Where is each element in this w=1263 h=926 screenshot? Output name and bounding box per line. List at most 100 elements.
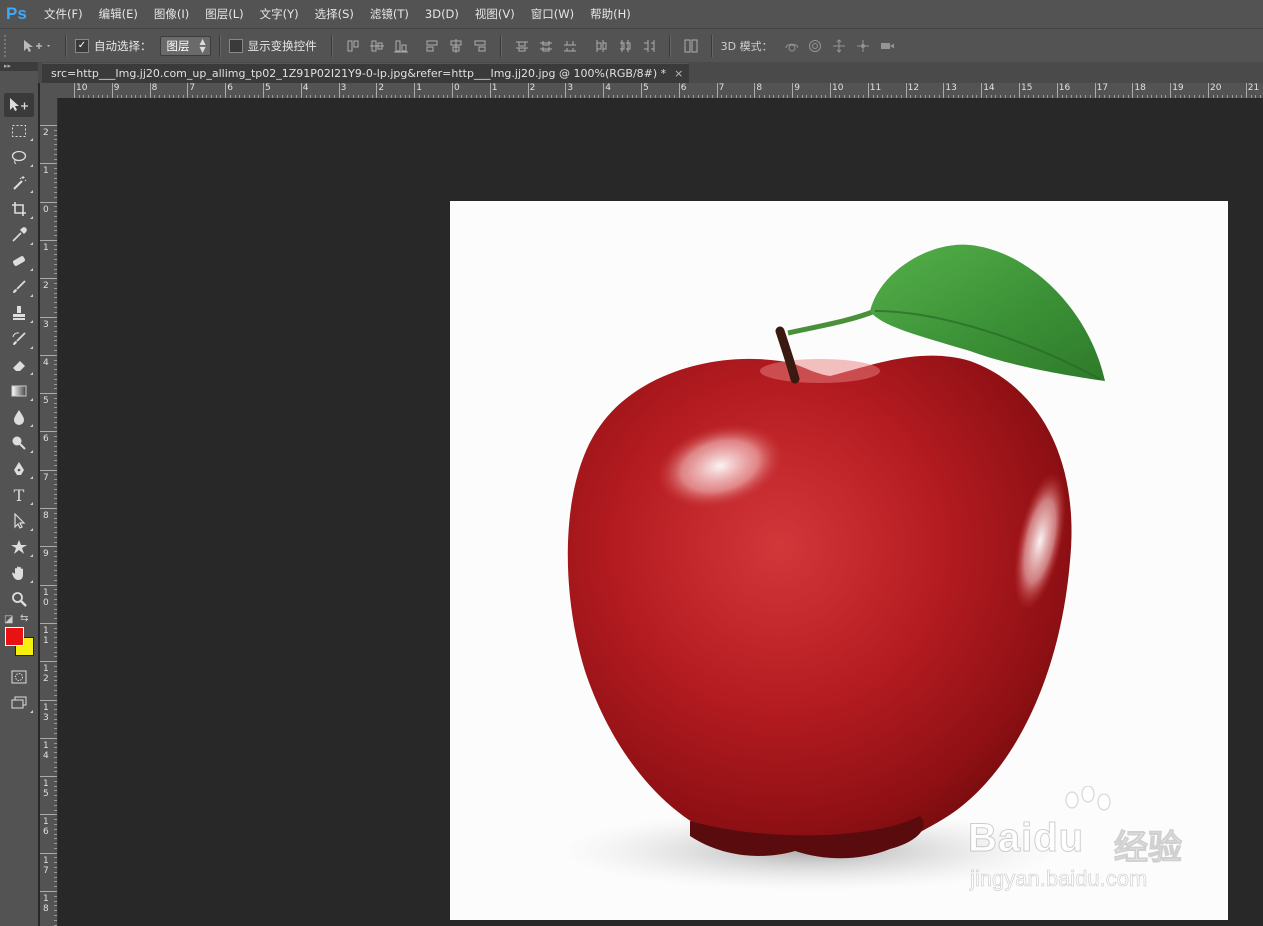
dodge-tool[interactable] [4,431,34,455]
ruler-minor-tick [54,326,57,328]
align-hcenter-icon[interactable] [449,38,463,53]
ruler-minor-tick [54,579,57,581]
3d-rotate-icon[interactable] [784,39,798,53]
horizontal-ruler[interactable]: 10 9 8 7 6 5 4 3 2 1 0 1 2 3 4 5 6 7 8 9 10 11 12 13 14 15 16 17 18 1… [58,83,1263,99]
gradient-tool[interactable] [4,379,34,403]
ruler-minor-tick [54,613,57,615]
swap-colors-icon[interactable]: ⇆ [20,613,28,624]
auto-align-icon[interactable] [684,39,698,53]
default-colors-icon[interactable]: ◪ [4,614,13,625]
distribute-top-icon[interactable] [515,39,529,53]
ruler-minor-tick [54,761,57,763]
brush-tool[interactable] [4,275,34,299]
ruler-minor-tick [54,273,57,275]
auto-select-checkbox[interactable]: ✓ [75,38,89,53]
menu-file[interactable]: 文件(F) [36,0,91,28]
align-top-icon[interactable] [346,39,360,53]
auto-select-target-dropdown[interactable]: 图层 ▲ ▼ [159,35,211,56]
show-transform-checkbox[interactable] [228,38,243,53]
menu-select[interactable]: 选择(S) [307,0,362,28]
menu-layer[interactable]: 图层(L) [197,0,251,28]
ruler-minor-tick [54,618,57,620]
3d-scale-icon[interactable] [880,39,894,53]
align-vcenter-icon[interactable] [369,39,384,53]
marquee-tool[interactable] [4,119,34,143]
ruler-minor-tick [54,292,57,294]
menu-view[interactable]: 视图(V) [467,0,523,28]
type-tool[interactable]: T [4,483,34,507]
distribute-right-icon[interactable] [642,39,656,53]
zoom-tool[interactable] [4,587,34,611]
menu-3d[interactable]: 3D(D) [417,0,467,28]
custom-shape-tool[interactable] [4,535,34,559]
menu-help[interactable]: 帮助(H) [582,0,639,28]
pen-tool[interactable] [4,457,34,481]
ruler-major-tick [40,814,57,816]
align-bottom-icon[interactable] [393,39,408,53]
ruler-minor-tick [54,862,57,864]
ruler-major-tick [40,584,57,586]
vertical-ruler[interactable]: 210123456789101112131415161718 [40,98,58,926]
healing-brush-tool[interactable] [4,249,34,273]
lasso-tool[interactable] [4,145,34,169]
ruler-major-tick [527,83,529,98]
eraser-tool[interactable] [4,353,34,377]
clone-stamp-tool[interactable] [4,301,34,325]
3d-drag-icon[interactable] [832,38,846,53]
options-bar-grip[interactable] [4,34,14,57]
path-selection-tool[interactable] [4,509,34,533]
3d-slide-icon[interactable] [856,39,870,53]
ruler-major-tick [376,83,378,98]
crop-tool[interactable] [4,197,34,221]
ruler-tick-label: 3 [567,83,574,93]
ruler-tick-label: 4 [43,357,49,368]
ruler-major-tick [414,83,416,98]
menu-filter[interactable]: 滤镜(T) [362,0,417,28]
distribute-left-icon[interactable] [594,39,608,53]
distribute-vcenter-icon[interactable] [539,39,553,53]
toolbox-collapse-handle[interactable]: ▸▸ [0,62,38,71]
color-swatches: ◪ ⇆ [0,613,38,663]
ruler-origin[interactable] [40,83,59,99]
menu-window[interactable]: 窗口(W) [523,0,582,28]
ruler-tick-label: 17 [43,855,49,876]
move-tool-preset-icon[interactable] [22,39,52,53]
magic-wand-tool[interactable] [4,171,34,195]
ruler-minor-tick [54,560,57,562]
eyedropper-icon [12,227,27,242]
close-tab-icon[interactable]: × [674,67,683,80]
hand-tool[interactable] [4,561,34,585]
ruler-minor-tick [54,378,57,380]
blur-tool[interactable] [4,405,34,429]
ruler-minor-tick [54,847,57,849]
distribute-bottom-icon[interactable] [563,39,577,53]
foreground-color-swatch[interactable] [5,627,24,646]
ruler-minor-tick [54,369,57,371]
eyedropper-tool[interactable] [4,223,34,247]
ruler-major-tick [300,83,302,98]
document-image-canvas[interactable] [450,201,1228,920]
distribute-hcenter-icon[interactable] [618,39,632,53]
screen-mode-button[interactable] [4,691,34,715]
ruler-minor-tick [54,656,57,658]
ruler-minor-tick [54,570,57,572]
quick-mask-button[interactable] [4,665,34,689]
menu-edit[interactable]: 编辑(E) [91,0,146,28]
menu-image[interactable]: 图像(I) [146,0,197,28]
ruler-tick-label: 11 [43,625,49,646]
3d-roll-icon[interactable] [808,39,822,53]
brush-icon [13,280,26,293]
ruler-minor-tick [54,914,57,916]
ruler-minor-tick [54,297,57,299]
menu-type[interactable]: 文字(Y) [252,0,307,28]
align-left-icon[interactable] [425,39,439,53]
ruler-tick-label: 1 [43,166,49,177]
ruler-minor-tick [54,555,57,557]
align-right-icon[interactable] [473,39,487,53]
ruler-minor-tick [54,608,57,610]
ruler-tick-label: 7 [43,472,49,483]
document-tab[interactable]: src=http___Img.jj20.com_up_allimg_tp02_1… [42,63,690,83]
ruler-tick-label: 15 [43,779,49,800]
history-brush-tool[interactable] [4,327,34,351]
move-tool[interactable] [4,93,34,117]
